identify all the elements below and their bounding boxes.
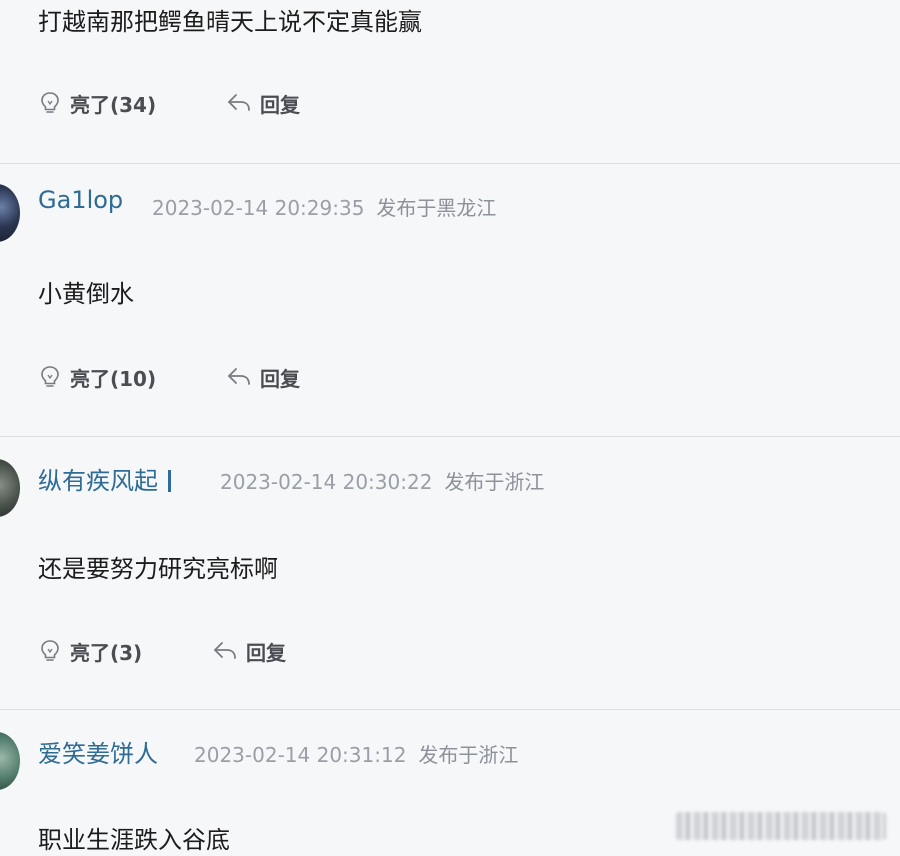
comment-list: 打越南那把鳄鱼晴天上说不定真能赢 亮了(34) 回复 Ga1lop 2023-0…	[0, 0, 900, 856]
like-button[interactable]: 亮了(10)	[38, 362, 156, 392]
username[interactable]: 爱笑姜饼人	[38, 734, 158, 769]
avatar[interactable]	[0, 732, 20, 790]
avatar[interactable]	[0, 459, 20, 517]
divider	[0, 709, 900, 710]
comment-meta: 2023-02-14 20:31:12 发布于浙江	[194, 739, 518, 768]
reply-label: 回复	[260, 92, 300, 117]
reply-arrow-icon	[214, 642, 236, 659]
like-count-label: 亮了(3)	[70, 640, 143, 665]
location: 发布于浙江	[444, 470, 545, 494]
like-count-label: 亮了(34)	[70, 92, 157, 117]
location: 发布于浙江	[418, 743, 519, 767]
username-text[interactable]: 纵有疾风起	[38, 467, 158, 495]
comment-content: 打越南那把鳄鱼晴天上说不定真能赢	[38, 8, 422, 36]
lightbulb-icon	[41, 366, 59, 387]
reply-button[interactable]: 回复	[212, 636, 286, 666]
username-badge-bar	[168, 470, 171, 492]
lightbulb-icon	[41, 92, 59, 113]
timestamp: 2023-02-14 20:29:35	[152, 196, 365, 220]
username[interactable]: 纵有疾风起	[38, 461, 171, 496]
reply-arrow-icon	[228, 368, 250, 385]
username[interactable]: Ga1lop	[38, 186, 123, 214]
reply-button[interactable]: 回复	[226, 88, 300, 118]
timestamp: 2023-02-14 20:30:22	[220, 470, 433, 494]
divider	[0, 436, 900, 437]
comment-content: 还是要努力研究亮标啊	[38, 555, 278, 583]
comment-content: 小黄倒水	[38, 280, 134, 308]
reply-arrow-icon	[228, 94, 250, 111]
reply-label: 回复	[260, 366, 300, 391]
divider	[0, 163, 900, 164]
like-button[interactable]: 亮了(34)	[38, 88, 156, 118]
comment-content: 职业生涯跌入谷底	[38, 826, 230, 854]
lightbulb-icon	[41, 640, 59, 661]
avatar[interactable]	[0, 184, 20, 242]
comment-meta: 2023-02-14 20:29:35 发布于黑龙江	[152, 192, 496, 221]
timestamp: 2023-02-14 20:31:12	[194, 743, 407, 767]
like-button[interactable]: 亮了(3)	[38, 636, 142, 666]
location: 发布于黑龙江	[376, 196, 497, 220]
comment-meta: 2023-02-14 20:30:22 发布于浙江	[220, 466, 544, 495]
reply-label: 回复	[246, 640, 286, 665]
like-count-label: 亮了(10)	[70, 366, 157, 391]
reply-button[interactable]: 回复	[226, 362, 300, 392]
blurred-watermark	[676, 812, 886, 840]
